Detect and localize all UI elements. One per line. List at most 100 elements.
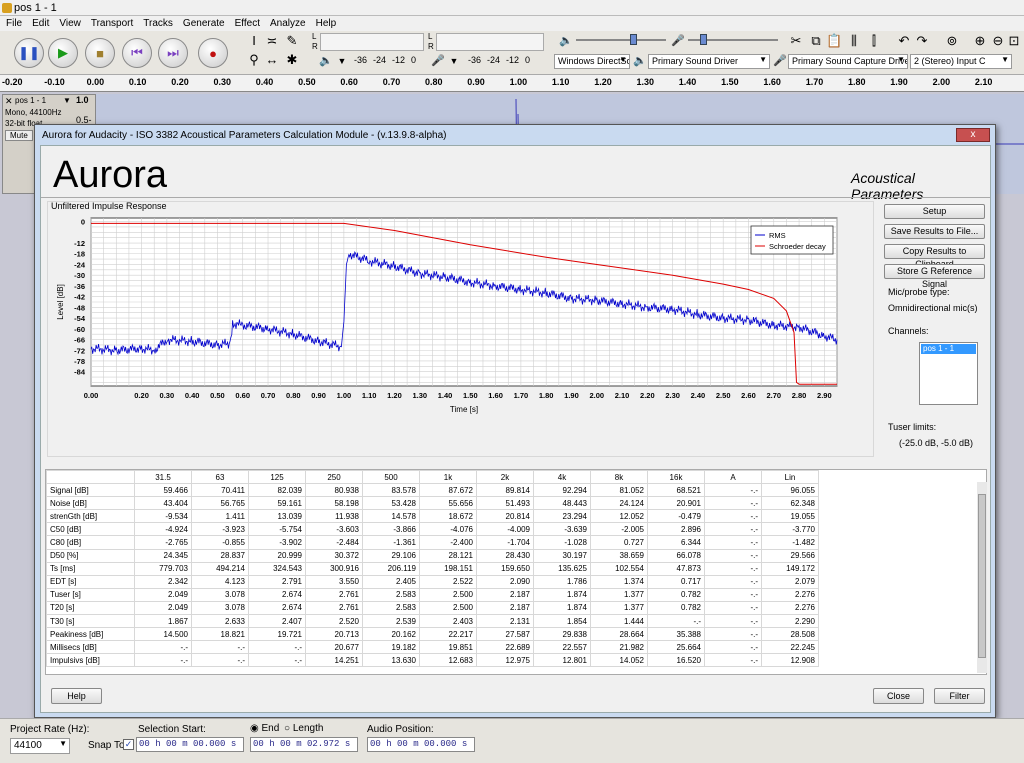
table-cell[interactable]: 14.251 <box>305 653 363 668</box>
audio-position-time[interactable]: 00 h 00 m 00.000 s <box>367 737 475 752</box>
table-cell[interactable]: 19.182 <box>362 640 420 655</box>
table-cell[interactable]: 12.975 <box>476 653 534 668</box>
skip-end-button[interactable]: ⏭ <box>158 38 188 68</box>
table-cell[interactable]: 300.916 <box>305 561 363 576</box>
table-cell[interactable]: 2.090 <box>476 574 534 589</box>
table-cell[interactable]: -2.765 <box>134 535 192 550</box>
table-cell[interactable]: 22.557 <box>533 640 591 655</box>
table-cell[interactable]: 2.583 <box>362 600 420 616</box>
table-cell[interactable]: -1.704 <box>476 535 534 550</box>
table-cell[interactable]: 2.500 <box>419 587 477 602</box>
menu-item-effect[interactable]: Effect <box>235 18 260 29</box>
table-cell[interactable]: 2.276 <box>761 600 819 616</box>
table-cell[interactable]: 6.344 <box>647 535 705 550</box>
table-cell[interactable]: 12.801 <box>533 653 591 668</box>
table-cell[interactable]: -0.479 <box>647 509 705 524</box>
table-cell[interactable]: 30.197 <box>533 548 591 563</box>
table-cell[interactable]: -4.076 <box>419 522 477 537</box>
table-cell[interactable]: 2.761 <box>305 600 363 616</box>
table-cell[interactable]: -.- <box>704 496 762 511</box>
table-cell[interactable]: 11.938 <box>305 509 363 524</box>
table-cell[interactable]: 2.187 <box>476 600 534 616</box>
table-cell[interactable]: 2.539 <box>362 614 420 629</box>
table-cell[interactable]: -1.028 <box>533 535 591 550</box>
table-cell[interactable]: 47.873 <box>647 561 705 576</box>
table-cell[interactable]: 135.625 <box>533 561 591 576</box>
table-cell[interactable]: 29.838 <box>533 627 591 642</box>
table-cell[interactable]: 38.659 <box>590 548 648 563</box>
input-channels-select[interactable]: 2 (Stereo) Input C ▼ <box>910 54 1012 69</box>
table-cell[interactable]: -.- <box>248 653 306 668</box>
table-cell[interactable]: 2.500 <box>419 600 477 616</box>
selection-start-time[interactable]: 00 h 00 m 00.000 s <box>136 737 244 752</box>
table-cell[interactable]: 1.874 <box>533 600 591 616</box>
chevron-down-icon[interactable]: ▼ <box>446 54 462 68</box>
envelope-tool-icon[interactable]: ≍ <box>264 34 280 48</box>
table-cell[interactable]: -.- <box>704 509 762 524</box>
table-cell[interactable]: 18.821 <box>191 627 249 642</box>
multi-tool-icon[interactable]: ✱ <box>284 53 300 67</box>
table-cell[interactable]: -.- <box>704 574 762 589</box>
play-button[interactable]: ▶ <box>48 38 78 68</box>
column-header[interactable]: 2k <box>476 470 534 485</box>
table-cell[interactable]: 96.055 <box>761 483 819 498</box>
table-cell[interactable]: 494.214 <box>191 561 249 576</box>
table-cell[interactable]: 19.721 <box>248 627 306 642</box>
table-cell[interactable]: -.- <box>704 548 762 563</box>
table-cell[interactable]: 2.791 <box>248 574 306 589</box>
table-cell[interactable]: -.- <box>704 483 762 498</box>
table-cell[interactable]: 18.672 <box>419 509 477 524</box>
selection-end-time[interactable]: 00 h 00 m 02.972 s <box>250 737 358 752</box>
table-cell[interactable]: 324.543 <box>248 561 306 576</box>
table-cell[interactable]: 22.245 <box>761 640 819 655</box>
table-cell[interactable]: 2.049 <box>134 587 192 602</box>
table-cell[interactable]: 13.039 <box>248 509 306 524</box>
copy-icon[interactable]: ⧉ <box>808 34 824 48</box>
table-cell[interactable]: -1.361 <box>362 535 420 550</box>
table-cell[interactable]: 4.123 <box>191 574 249 589</box>
table-cell[interactable]: 1.411 <box>191 509 249 524</box>
table-cell[interactable]: 23.294 <box>533 509 591 524</box>
table-cell[interactable]: 2.342 <box>134 574 192 589</box>
table-cell[interactable]: 3.078 <box>191 600 249 616</box>
table-cell[interactable]: 92.294 <box>533 483 591 498</box>
chevron-down-icon[interactable]: ▼ <box>63 96 71 105</box>
table-cell[interactable]: 62.348 <box>761 496 819 511</box>
table-cell[interactable]: 28.508 <box>761 627 819 642</box>
table-cell[interactable]: 19.055 <box>761 509 819 524</box>
column-header[interactable]: A <box>704 470 762 485</box>
table-row[interactable]: strenGth [dB] -9.534 1.411 13.039 11.938 14.5… <box>46 509 819 524</box>
table-cell[interactable]: 35.388 <box>647 627 705 642</box>
table-cell[interactable]: 68.521 <box>647 483 705 498</box>
table-cell[interactable]: 1.867 <box>134 614 192 629</box>
table-cell[interactable]: 29.566 <box>761 548 819 563</box>
table-cell[interactable]: 20.901 <box>647 496 705 511</box>
menu-item-tracks[interactable]: Tracks <box>143 18 173 29</box>
store-reference-button[interactable]: Store G Reference Signal <box>884 264 985 289</box>
zoom-tool-icon[interactable]: ⚲ <box>246 53 262 67</box>
table-row[interactable]: Noise [dB] 43.404 56.765 59.161 58.198 53.428… <box>46 496 819 511</box>
table-cell[interactable]: 27.587 <box>476 627 534 642</box>
copy-results-button[interactable]: Copy Results to Clipboard <box>884 244 985 269</box>
table-cell[interactable]: 12.908 <box>761 653 819 668</box>
table-cell[interactable]: -0.855 <box>191 535 249 550</box>
stop-button[interactable]: ■ <box>85 38 115 68</box>
table-cell[interactable]: -.- <box>704 614 762 629</box>
table-cell[interactable]: 779.703 <box>134 561 192 576</box>
table-cell[interactable]: -3.770 <box>761 522 819 537</box>
table-cell[interactable]: 24.345 <box>134 548 192 563</box>
record-button[interactable]: ● <box>198 38 228 68</box>
table-cell[interactable]: 55.656 <box>419 496 477 511</box>
table-cell[interactable]: 48.443 <box>533 496 591 511</box>
table-cell[interactable]: -.- <box>134 653 192 668</box>
table-row[interactable]: Ts [ms] 779.703 494.214 324.543 300.916 206.1… <box>46 561 819 576</box>
track-name[interactable]: pos 1 - 1 <box>15 96 46 105</box>
table-cell[interactable]: 13.630 <box>362 653 420 668</box>
table-cell[interactable]: -4.009 <box>476 522 534 537</box>
table-cell[interactable]: -.- <box>134 640 192 655</box>
column-header[interactable]: 63 <box>191 470 249 485</box>
menu-item-file[interactable]: File <box>6 18 22 29</box>
table-cell[interactable]: 28.837 <box>191 548 249 563</box>
table-cell[interactable]: 3.550 <box>305 574 363 589</box>
column-header[interactable]: 16k <box>647 470 705 485</box>
